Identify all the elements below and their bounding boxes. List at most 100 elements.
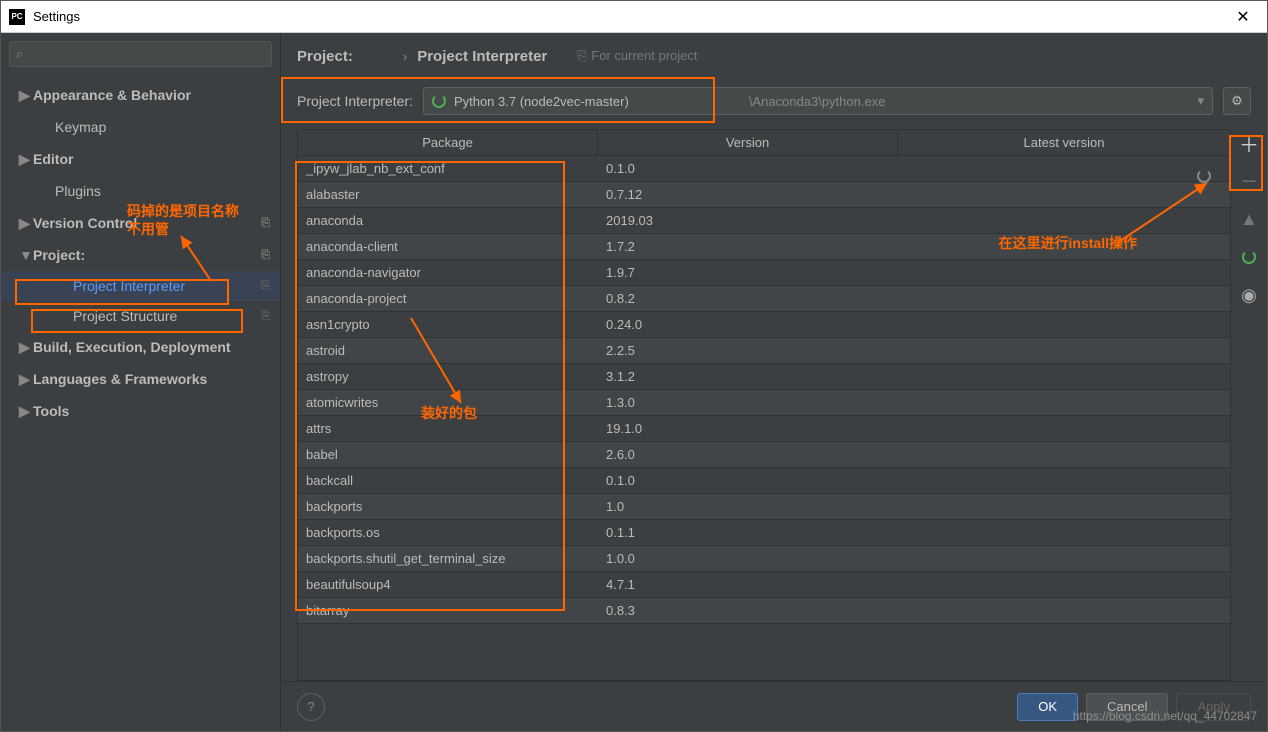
- search-input[interactable]: ⌕: [9, 41, 272, 67]
- sidebar-item[interactable]: ▼Project:⎘: [1, 239, 280, 271]
- show-button[interactable]: ◉: [1235, 281, 1263, 309]
- cell-package: beautifulsoup4: [298, 577, 598, 592]
- chevron-icon: ▶: [19, 215, 33, 232]
- breadcrumb: Project: › Project Interpreter ⎘ For cur…: [281, 33, 1267, 79]
- cell-version: 1.0.0: [598, 551, 898, 566]
- cell-package: astroid: [298, 343, 598, 358]
- sidebar-item[interactable]: Project Structure⎘: [1, 301, 280, 331]
- side-toolbar: ＋ － ▲ ◉: [1231, 129, 1267, 681]
- interpreter-row: Project Interpreter: Python 3.7 (node2ve…: [281, 79, 1267, 129]
- refresh-button[interactable]: [1235, 243, 1263, 271]
- sidebar-item[interactable]: ▶Tools: [1, 395, 280, 427]
- cell-package: backcall: [298, 473, 598, 488]
- sidebar-item-label: Project:: [33, 247, 85, 263]
- table-row[interactable]: astroid2.2.5: [298, 338, 1230, 364]
- breadcrumb-separator: ›: [403, 49, 407, 64]
- chevron-icon: ▶: [19, 151, 33, 168]
- cell-package: asn1crypto: [298, 317, 598, 332]
- sidebar-item-label: Version Control: [33, 215, 137, 231]
- cell-version: 0.8.2: [598, 291, 898, 306]
- table-row[interactable]: atomicwrites1.3.0: [298, 390, 1230, 416]
- chevron-icon: ▶: [19, 371, 33, 388]
- cell-version: 0.1.0: [598, 473, 898, 488]
- chevron-icon: ▶: [19, 339, 33, 356]
- sidebar-item-label: Keymap: [55, 119, 106, 135]
- cell-version: 2.2.5: [598, 343, 898, 358]
- table-row[interactable]: alabaster0.7.12: [298, 182, 1230, 208]
- breadcrumb-hint: ⎘ For current project: [577, 48, 697, 64]
- table-row[interactable]: bitarray0.8.3: [298, 598, 1230, 624]
- table-row[interactable]: attrs19.1.0: [298, 416, 1230, 442]
- col-package[interactable]: Package: [298, 130, 598, 155]
- help-button[interactable]: ?: [297, 693, 325, 721]
- cell-version: 3.1.2: [598, 369, 898, 384]
- table-row[interactable]: anaconda-client1.7.2: [298, 234, 1230, 260]
- interpreter-value: Python 3.7 (node2vec-master): [454, 94, 629, 109]
- sidebar-item-label: Plugins: [55, 183, 101, 199]
- copy-icon: ⎘: [577, 48, 587, 63]
- sidebar-item[interactable]: Project Interpreter⎘: [1, 271, 280, 301]
- packages-table: Package Version Latest version _ipyw_jla…: [297, 129, 1231, 681]
- add-button[interactable]: ＋: [1235, 129, 1263, 157]
- loading-icon-small: [1197, 169, 1211, 183]
- sidebar-item[interactable]: ▶Version Control⎘: [1, 207, 280, 239]
- cell-package: anaconda-client: [298, 239, 598, 254]
- copy-icon: ⎘: [261, 310, 270, 323]
- cell-package: attrs: [298, 421, 598, 436]
- table-row[interactable]: anaconda2019.03: [298, 208, 1230, 234]
- table-row[interactable]: anaconda-project0.8.2: [298, 286, 1230, 312]
- watermark: https://blog.csdn.net/qq_44702847: [1073, 709, 1257, 723]
- main-panel: Project: › Project Interpreter ⎘ For cur…: [281, 33, 1267, 731]
- table-header: Package Version Latest version: [298, 130, 1230, 156]
- sidebar-item[interactable]: Keymap: [1, 111, 280, 143]
- sidebar-item-label: Build, Execution, Deployment: [33, 339, 231, 355]
- table-row[interactable]: backcall0.1.0: [298, 468, 1230, 494]
- sidebar-item[interactable]: Plugins: [1, 175, 280, 207]
- table-row[interactable]: anaconda-navigator1.9.7: [298, 260, 1230, 286]
- table-row[interactable]: asn1crypto0.24.0: [298, 312, 1230, 338]
- breadcrumb-page: Project Interpreter: [417, 48, 547, 65]
- chevron-down-icon: ▾: [1197, 93, 1204, 109]
- sidebar-item[interactable]: ▶Appearance & Behavior: [1, 79, 280, 111]
- cell-package: anaconda-project: [298, 291, 598, 306]
- cell-version: 4.7.1: [598, 577, 898, 592]
- remove-button[interactable]: －: [1235, 167, 1263, 195]
- window-title: Settings: [33, 9, 1227, 24]
- interpreter-dropdown[interactable]: Python 3.7 (node2vec-master) \Anaconda3\…: [423, 87, 1213, 115]
- sidebar-item[interactable]: ▶Languages & Frameworks: [1, 363, 280, 395]
- cell-package: bitarray: [298, 603, 598, 618]
- cell-version: 1.7.2: [598, 239, 898, 254]
- gear-icon: ⚙: [1231, 93, 1243, 109]
- table-row[interactable]: backports.os0.1.1: [298, 520, 1230, 546]
- sidebar-item[interactable]: ▶Editor: [1, 143, 280, 175]
- col-latest[interactable]: Latest version: [898, 130, 1230, 155]
- gear-button[interactable]: ⚙: [1223, 87, 1251, 115]
- cell-version: 0.8.3: [598, 603, 898, 618]
- sidebar-item[interactable]: ▶Build, Execution, Deployment: [1, 331, 280, 363]
- col-version[interactable]: Version: [598, 130, 898, 155]
- cell-package: backports: [298, 499, 598, 514]
- cell-version: 1.0: [598, 499, 898, 514]
- table-row[interactable]: astropy3.1.2: [298, 364, 1230, 390]
- chevron-icon: ▶: [19, 403, 33, 420]
- loading-icon: [432, 94, 446, 108]
- ok-button[interactable]: OK: [1017, 693, 1078, 721]
- search-icon: ⌕: [16, 46, 23, 62]
- up-button[interactable]: ▲: [1235, 205, 1263, 233]
- table-row[interactable]: beautifulsoup44.7.1: [298, 572, 1230, 598]
- table-row[interactable]: backports.shutil_get_terminal_size1.0.0: [298, 546, 1230, 572]
- cell-version: 2019.03: [598, 213, 898, 228]
- table-row[interactable]: babel2.6.0: [298, 442, 1230, 468]
- cell-package: anaconda: [298, 213, 598, 228]
- cell-version: 0.24.0: [598, 317, 898, 332]
- titlebar: PC Settings ✕: [1, 1, 1267, 33]
- cell-package: astropy: [298, 369, 598, 384]
- chevron-icon: ▼: [19, 247, 33, 263]
- close-icon[interactable]: ✕: [1227, 7, 1259, 27]
- copy-icon: ⎘: [261, 280, 270, 293]
- sidebar: ⌕ ▶Appearance & BehaviorKeymap▶EditorPlu…: [1, 33, 281, 731]
- sidebar-item-label: Editor: [33, 151, 73, 167]
- table-row[interactable]: _ipyw_jlab_nb_ext_conf0.1.0: [298, 156, 1230, 182]
- table-row[interactable]: backports1.0: [298, 494, 1230, 520]
- table-body[interactable]: _ipyw_jlab_nb_ext_conf0.1.0alabaster0.7.…: [298, 156, 1230, 680]
